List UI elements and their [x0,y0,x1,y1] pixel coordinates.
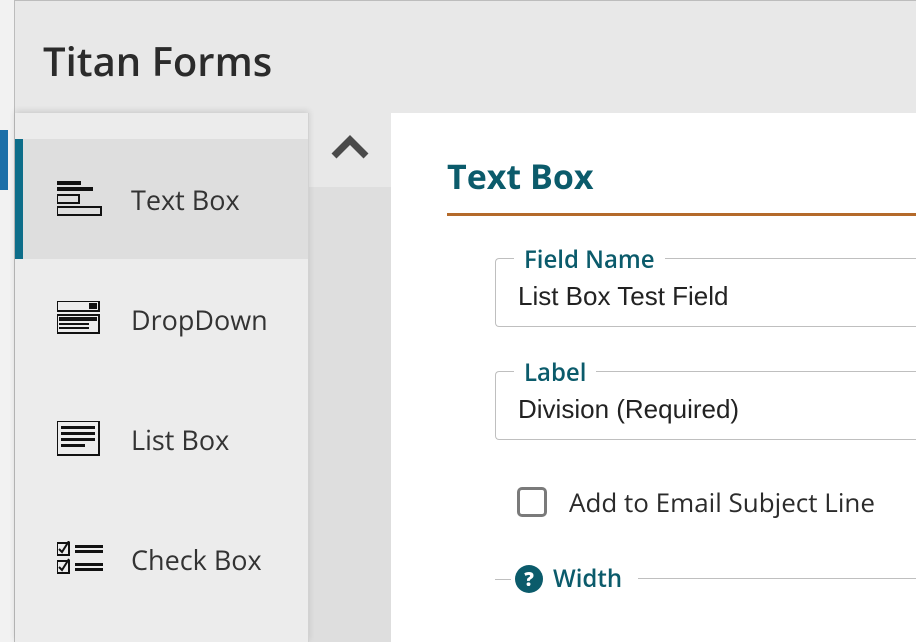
label-legend: Label [514,356,596,389]
sidebar-item-label: List Box [131,421,229,458]
email-subject-label: Add to Email Subject Line [569,484,875,520]
width-help-icon[interactable]: ? [515,565,543,593]
width-group: ? Width [495,562,916,595]
dropdown-icon [55,298,107,340]
bg-accent [0,130,8,190]
field-name-input[interactable] [518,281,896,312]
collapse-gutter [309,113,391,642]
field-name-group: Field Name [495,258,916,327]
field-editor-panel: Text Box Field Name Label Add to Email S… [391,113,916,642]
window-body: Text Box DropDown [15,113,916,642]
chevron-up-icon [330,134,370,167]
titan-forms-window: Titan Forms Text Box [14,0,916,642]
checkbox-icon [55,538,107,580]
panel-title: Text Box [447,153,916,199]
sidebar-item-dropdown[interactable]: DropDown [15,259,308,379]
field-type-sidebar: Text Box DropDown [15,113,309,642]
background-app-strip [0,0,14,642]
listbox-icon [55,418,107,460]
sidebar-item-check-box[interactable]: Check Box [15,499,308,619]
app-title: Titan Forms [43,33,916,88]
sidebar-item-text-box[interactable]: Text Box [15,139,308,259]
email-subject-checkbox[interactable] [517,487,547,517]
label-input[interactable] [518,394,896,425]
field-name-legend: Field Name [514,243,665,276]
textbox-icon [55,178,107,220]
sidebar-item-label: Text Box [131,181,240,218]
width-rule-left [495,579,511,580]
email-subject-row: Add to Email Subject Line [517,484,916,520]
title-divider [447,213,916,216]
label-group: Label [495,371,916,440]
sidebar-item-label: Check Box [131,541,262,578]
width-rule-right [638,578,916,579]
sidebar-item-label: DropDown [131,301,268,338]
sidebar-item-list-box[interactable]: List Box [15,379,308,499]
collapse-sidebar-button[interactable] [309,113,391,187]
width-legend: Width [553,562,632,595]
header-bar: Titan Forms [15,1,916,113]
